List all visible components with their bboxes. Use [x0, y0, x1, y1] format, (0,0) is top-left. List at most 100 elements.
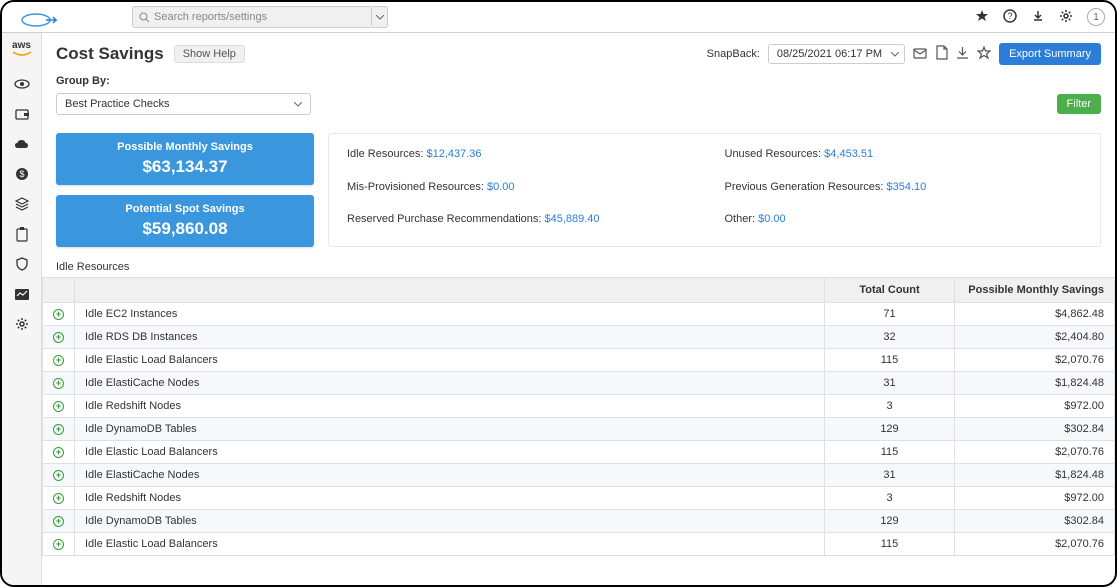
- expand-icon[interactable]: +: [53, 355, 64, 366]
- wallet-icon[interactable]: [14, 106, 30, 122]
- row-name[interactable]: Idle ElastiCache Nodes: [75, 464, 825, 487]
- favorite-icon[interactable]: [977, 46, 991, 63]
- filter-button[interactable]: Filter: [1057, 94, 1101, 114]
- row-name[interactable]: Idle DynamoDB Tables: [75, 418, 825, 441]
- table-row: + Idle Elastic Load Balancers115$2,070.76: [43, 533, 1115, 556]
- row-name[interactable]: Idle Elastic Load Balancers: [75, 441, 825, 464]
- expand-icon[interactable]: +: [53, 470, 64, 481]
- row-savings: $972.00: [955, 395, 1115, 418]
- metric-value[interactable]: $0.00: [758, 213, 786, 225]
- metric-value[interactable]: $354.10: [887, 181, 927, 193]
- gear-icon[interactable]: [1059, 9, 1073, 26]
- row-name[interactable]: Idle RDS DB Instances: [75, 326, 825, 349]
- search-input[interactable]: Search reports/settings: [132, 6, 372, 28]
- pdf-icon[interactable]: [935, 45, 948, 63]
- expand-icon[interactable]: +: [53, 378, 64, 389]
- clipboard-icon[interactable]: [14, 226, 30, 242]
- cloud-icon[interactable]: [14, 136, 30, 152]
- metric-label: Previous Generation Resources:: [725, 181, 887, 193]
- expand-icon[interactable]: +: [53, 332, 64, 343]
- row-savings: $2,070.76: [955, 533, 1115, 556]
- row-count: 115: [825, 533, 955, 556]
- snapback-date-select[interactable]: 08/25/2021 06:17 PM: [768, 44, 905, 64]
- groupby-select[interactable]: Best Practice Checks: [56, 93, 311, 115]
- search-dropdown-toggle[interactable]: [372, 6, 388, 28]
- row-name[interactable]: Idle DynamoDB Tables: [75, 510, 825, 533]
- metric-label: Other:: [725, 213, 759, 225]
- row-name[interactable]: Idle Redshift Nodes: [75, 487, 825, 510]
- metric-value[interactable]: $12,437.36: [426, 148, 481, 160]
- send-icon[interactable]: [913, 46, 927, 63]
- savings-card-title: Potential Spot Savings: [66, 203, 304, 215]
- metric-item: Mis-Provisioned Resources: $0.00: [347, 181, 705, 200]
- shield-icon[interactable]: [14, 256, 30, 272]
- caret-down-icon: [891, 52, 899, 57]
- star-icon[interactable]: [975, 9, 989, 26]
- th-count[interactable]: Total Count: [825, 278, 955, 303]
- row-savings: $972.00: [955, 487, 1115, 510]
- row-name[interactable]: Idle ElastiCache Nodes: [75, 372, 825, 395]
- table-row: + Idle DynamoDB Tables129$302.84: [43, 418, 1115, 441]
- provider-logo[interactable]: aws: [12, 41, 32, 62]
- metric-value[interactable]: $4,453.51: [824, 148, 873, 160]
- table-row: + Idle ElastiCache Nodes31$1,824.48: [43, 372, 1115, 395]
- page-title: Cost Savings: [56, 44, 164, 64]
- table-row: +Idle DynamoDB Tables129$302.84: [43, 510, 1115, 533]
- snapback-label: SnapBack:: [707, 48, 760, 60]
- row-name[interactable]: Idle Elastic Load Balancers: [75, 533, 825, 556]
- expand-icon[interactable]: +: [53, 424, 64, 435]
- row-count: 115: [825, 349, 955, 372]
- row-count: 129: [825, 418, 955, 441]
- row-name[interactable]: Idle Redshift Nodes: [75, 395, 825, 418]
- dollar-icon[interactable]: $: [14, 166, 30, 182]
- app-logo: [16, 6, 62, 28]
- search-icon: [139, 12, 150, 23]
- metric-label: Reserved Purchase Recommendations:: [347, 213, 544, 225]
- row-savings: $302.84: [955, 510, 1115, 533]
- row-savings: $2,070.76: [955, 441, 1115, 464]
- row-savings: $302.84: [955, 418, 1115, 441]
- row-count: 71: [825, 303, 955, 326]
- caret-down-icon: [294, 102, 302, 107]
- layers-icon[interactable]: [14, 196, 30, 212]
- metric-value[interactable]: $45,889.40: [544, 213, 599, 225]
- expand-icon[interactable]: +: [53, 516, 64, 527]
- help-icon[interactable]: ?: [1003, 9, 1017, 26]
- expand-icon[interactable]: +: [53, 539, 64, 550]
- row-savings: $1,824.48: [955, 372, 1115, 395]
- eye-icon[interactable]: [14, 76, 30, 92]
- groupby-label: Group By:: [56, 75, 1101, 87]
- savings-card[interactable]: Potential Spot Savings$59,860.08: [56, 195, 314, 247]
- metric-item: Idle Resources: $12,437.36: [347, 148, 705, 167]
- settings-icon[interactable]: [14, 316, 30, 332]
- metric-label: Unused Resources:: [725, 148, 825, 160]
- row-count: 3: [825, 487, 955, 510]
- export-summary-button[interactable]: Export Summary: [999, 43, 1101, 65]
- download-icon[interactable]: [1031, 9, 1045, 26]
- caret-down-icon: [376, 15, 384, 20]
- show-help-button[interactable]: Show Help: [174, 45, 245, 63]
- expand-icon[interactable]: +: [53, 401, 64, 412]
- metric-item: Other: $0.00: [725, 213, 1083, 232]
- metric-value[interactable]: $0.00: [487, 181, 515, 193]
- top-bar: Search reports/settings ? 1: [2, 2, 1115, 33]
- th-savings[interactable]: Possible Monthly Savings: [955, 278, 1115, 303]
- user-badge[interactable]: 1: [1087, 8, 1105, 26]
- savings-card[interactable]: Possible Monthly Savings $63,134.37: [56, 133, 314, 185]
- metric-item: Previous Generation Resources: $354.10: [725, 181, 1083, 200]
- subscribe-icon[interactable]: [956, 46, 969, 63]
- savings-card-amount: $63,134.37: [66, 157, 304, 177]
- savings-card-title: Possible Monthly Savings: [66, 141, 304, 153]
- row-name[interactable]: Idle EC2 Instances: [75, 303, 825, 326]
- expand-icon[interactable]: +: [53, 447, 64, 458]
- metric-label: Mis-Provisioned Resources:: [347, 181, 487, 193]
- expand-icon[interactable]: +: [53, 309, 64, 320]
- expand-icon[interactable]: +: [53, 493, 64, 504]
- row-count: 31: [825, 372, 955, 395]
- th-name[interactable]: [75, 278, 825, 303]
- table-row: +Idle EC2 Instances71$4,862.48: [43, 303, 1115, 326]
- chart-icon[interactable]: [14, 286, 30, 302]
- row-name[interactable]: Idle Elastic Load Balancers: [75, 349, 825, 372]
- row-count: 3: [825, 395, 955, 418]
- row-count: 31: [825, 464, 955, 487]
